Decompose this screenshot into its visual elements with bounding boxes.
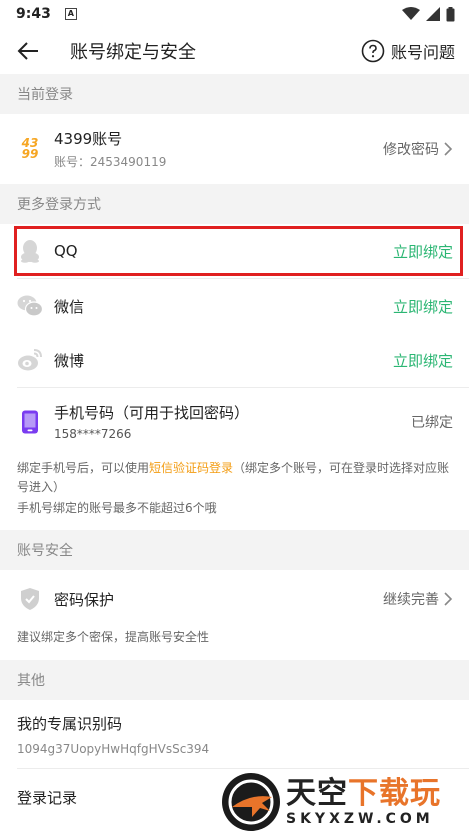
phone-label: 手机号码（可用于找回密码）	[54, 404, 250, 422]
signal-icon	[426, 7, 440, 21]
wechat-icon	[17, 293, 43, 319]
password-protection-row[interactable]: 密码保护 继续完善	[0, 570, 469, 628]
chevron-right-icon	[444, 592, 453, 606]
change-password-button[interactable]: 修改密码	[383, 139, 453, 159]
section-current-login: 当前登录	[0, 74, 469, 114]
account-help-label: 账号问题	[390, 43, 455, 62]
change-password-label: 修改密码	[383, 142, 439, 158]
phone-note: 绑定手机号后，可以使用短信验证码登录（绑定多个账号，可在登录时选择对应账号进入）	[0, 455, 469, 497]
password-protection-label: 密码保护	[54, 590, 115, 609]
bind-weibo-button[interactable]: 立即绑定	[393, 350, 453, 371]
watermark-big-2: 下载玩	[348, 776, 441, 811]
section-more-login: 更多登录方式	[0, 184, 469, 224]
page-title: 账号绑定与安全	[70, 42, 196, 63]
watermark: 天空下载玩 SKYXZW.COM	[222, 771, 469, 833]
watermark-logo	[222, 773, 280, 831]
status-time: 9:43	[16, 6, 51, 22]
section-security: 账号安全	[0, 530, 469, 570]
sms-login-link[interactable]: 短信验证码登录	[149, 461, 233, 475]
id-code-value: 1094g37UopyHwHqfgHVsSc394	[17, 741, 210, 756]
login-record-label: 登录记录	[17, 788, 78, 807]
watermark-big-1: 天空	[286, 776, 348, 811]
battery-icon	[446, 6, 455, 21]
continue-improve-label: 继续完善	[383, 592, 439, 608]
phone-status: 已绑定	[411, 414, 453, 431]
watermark-url: SKYXZW.COM	[286, 811, 434, 827]
shield-icon	[17, 586, 43, 612]
account-id: 账号：2453490119	[54, 155, 167, 169]
logo-4399: 43 99	[17, 136, 43, 162]
status-icons	[402, 6, 455, 22]
login-row-weibo[interactable]: 微博 立即绑定	[0, 333, 469, 387]
account-help-button[interactable]: 账号问题	[361, 39, 455, 63]
account-type: 4399账号	[54, 130, 123, 148]
back-button[interactable]	[16, 39, 40, 63]
arrow-left-icon	[17, 42, 38, 60]
status-bar: 9:43 A	[0, 0, 469, 28]
continue-improve-button[interactable]: 继续完善	[383, 589, 453, 609]
bind-wechat-button[interactable]: 立即绑定	[393, 296, 453, 317]
weibo-label: 微博	[54, 351, 85, 370]
notification-badge: A	[64, 8, 77, 20]
phone-note-prefix: 绑定手机号后，可以使用	[17, 461, 150, 475]
phone-limit-note: 手机号绑定的账号最多不能超过6个哦	[17, 501, 217, 515]
current-account-row[interactable]: 43 99 4399账号 账号：2453490119 修改密码	[0, 114, 469, 184]
weibo-icon	[17, 347, 43, 373]
section-other: 其他	[0, 660, 469, 700]
phone-number: 158****7266	[54, 427, 132, 441]
phone-icon	[17, 409, 43, 435]
qq-highlight-box	[14, 226, 463, 276]
logo-4399-bottom: 99	[21, 147, 39, 161]
chevron-right-icon	[444, 142, 453, 156]
phone-row[interactable]: 手机号码（可用于找回密码） 158****7266 已绑定	[0, 388, 469, 455]
id-code-row[interactable]: 我的专属识别码 1094g37UopyHwHqfgHVsSc394	[0, 700, 469, 768]
wechat-label: 微信	[54, 297, 85, 316]
login-row-wechat[interactable]: 微信 立即绑定	[0, 279, 469, 333]
header: 账号绑定与安全 账号问题	[0, 28, 469, 74]
id-code-label: 我的专属识别码	[17, 714, 123, 733]
wifi-icon	[402, 7, 420, 20]
security-note: 建议绑定多个密保，提高账号安全性	[17, 630, 210, 644]
question-circle-icon	[361, 39, 385, 63]
